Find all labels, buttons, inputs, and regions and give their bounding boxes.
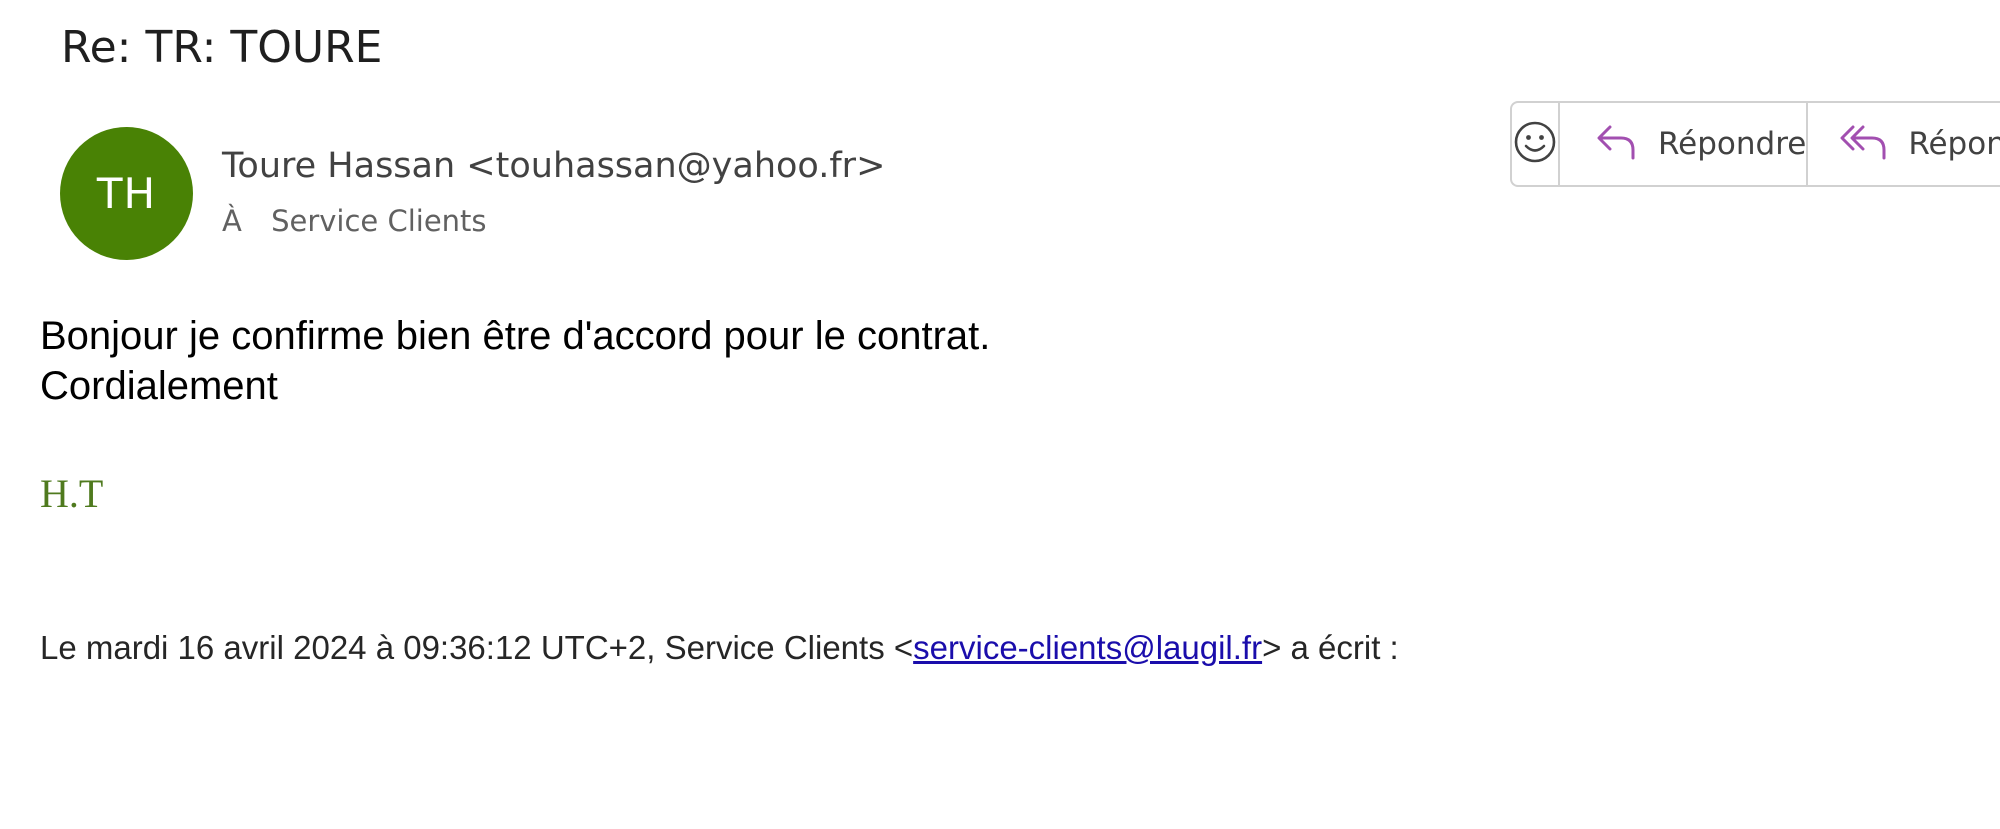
recipients-line: À Service Clients — [222, 204, 487, 238]
body-line: Bonjour je confirme bien être d'accord p… — [40, 314, 991, 358]
to-label: À — [222, 204, 242, 238]
email-reading-pane: Re: TR: TOURE TH Toure Hassan <touhassan… — [0, 0, 2000, 829]
quoted-sender-email-link[interactable]: service-clients@laugil.fr — [913, 629, 1262, 666]
reply-arrow-icon — [1592, 118, 1640, 171]
signature: H.T — [40, 471, 104, 516]
recipient-service-clients[interactable]: Service Clients — [271, 204, 486, 238]
reply-all-button[interactable]: Répondre à tous — [1808, 103, 2000, 185]
avatar-initials: TH — [96, 169, 157, 218]
reply-button[interactable]: Répondre — [1560, 103, 1809, 185]
quote-prefix: Le mardi 16 avril 2024 à 09:36:12 UTC+2,… — [40, 629, 914, 666]
reply-all-label: Répondre à tous — [1908, 126, 2000, 162]
reply-all-arrow-icon — [1838, 118, 1890, 171]
quoted-message-header: Le mardi 16 avril 2024 à 09:36:12 UTC+2,… — [40, 629, 1399, 667]
email-body: Bonjour je confirme bien être d'accord p… — [40, 311, 990, 411]
sender-name-address[interactable]: Toure Hassan <touhassan@yahoo.fr> — [222, 146, 885, 186]
reply-label: Répondre — [1658, 126, 1807, 162]
smiley-icon — [1512, 119, 1558, 170]
reaction-button[interactable] — [1512, 103, 1560, 185]
email-subject: Re: TR: TOURE — [61, 22, 383, 73]
message-action-toolbar: Répondre Répondre à tous — [1510, 101, 2000, 187]
quote-suffix: > a écrit : — [1262, 629, 1399, 666]
avatar[interactable]: TH — [60, 127, 193, 260]
body-line: Cordialement — [40, 364, 278, 408]
